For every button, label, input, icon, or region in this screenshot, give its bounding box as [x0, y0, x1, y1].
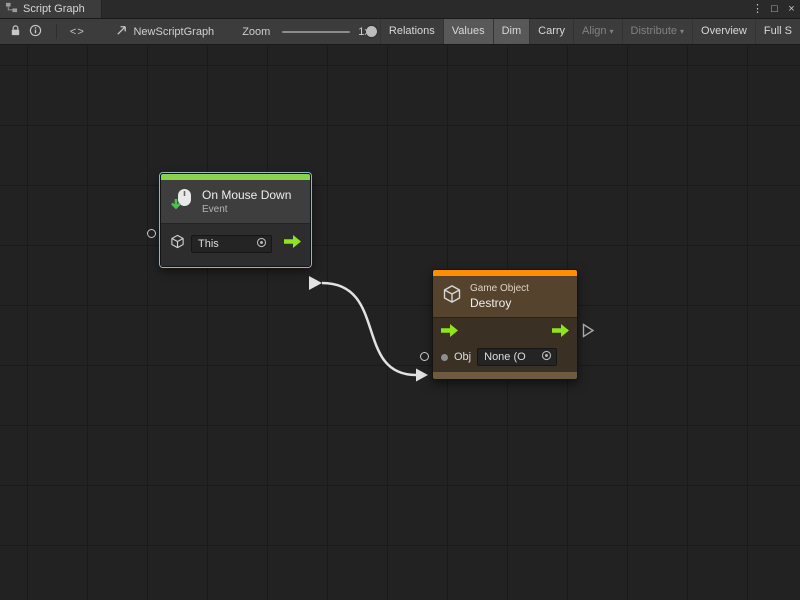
target-input-port[interactable] [147, 229, 156, 238]
script-graph-icon [5, 1, 18, 17]
code-view-button[interactable]: <> [69, 22, 85, 42]
node-body: This [161, 223, 310, 266]
graph-arrow-icon [115, 24, 128, 40]
toolbar-buttons: Relations Values Dim Carry Align▾ Distri… [380, 19, 800, 45]
graph-breadcrumb[interactable]: NewScriptGraph [115, 24, 214, 40]
port-row: This [170, 234, 301, 254]
node-subtitle: Event [202, 204, 291, 215]
node-body: Obj None (O [433, 317, 577, 372]
toolbar-button-dim[interactable]: Dim [493, 19, 530, 45]
gameobject-cube-icon [442, 284, 462, 309]
window-close-button[interactable]: × [783, 0, 800, 18]
node-title: On Mouse Down [202, 188, 291, 202]
zoom-label: Zoom [242, 26, 270, 38]
target-field[interactable]: This [191, 235, 272, 253]
gameobject-cube-icon [170, 234, 185, 254]
toolbar-button-overview[interactable]: Overview [692, 19, 755, 45]
chevron-down-icon: ▾ [680, 19, 684, 44]
value-dot-icon [441, 354, 448, 361]
flow-continuation-port[interactable] [582, 323, 595, 343]
obj-input-port[interactable] [420, 352, 429, 361]
info-icon [29, 24, 42, 40]
flow-output-port[interactable] [552, 324, 569, 342]
obj-field-value: None (O [484, 351, 537, 363]
connection-wire[interactable] [0, 46, 800, 600]
flow-port-row [433, 321, 577, 345]
node-category: Game Object [470, 283, 529, 294]
node-destroy[interactable]: Game Object Destroy Obj [432, 269, 578, 380]
toolbar: <> NewScriptGraph Zoom 1x Relations Valu… [0, 19, 800, 45]
lock-icon [9, 24, 22, 40]
toolbar-button-relations[interactable]: Relations [380, 19, 443, 45]
toolbar-button-values[interactable]: Values [443, 19, 493, 45]
flow-input-port[interactable] [441, 324, 458, 342]
toolbar-button-distribute[interactable]: Distribute▾ [622, 19, 692, 45]
tab-title: Script Graph [23, 3, 85, 15]
target-field-value: This [198, 238, 252, 250]
node-titles: Game Object Destroy [470, 283, 529, 310]
node-title: Destroy [470, 296, 529, 310]
window-maximize-button[interactable]: □ [766, 0, 783, 18]
window-titlebar: Script Graph ⋮ □ × [0, 0, 800, 19]
object-picker-icon[interactable] [541, 350, 552, 364]
zoom-slider-knob[interactable] [366, 26, 377, 37]
node-header: On Mouse Down Event [161, 180, 310, 223]
node-footer [433, 372, 577, 379]
graph-canvas[interactable]: On Mouse Down Event This [0, 46, 800, 600]
window-menu-button[interactable]: ⋮ [749, 0, 766, 18]
mouse-event-icon [170, 187, 194, 216]
obj-port-row: Obj None (O [433, 345, 577, 369]
toolbar-button-fullscreen[interactable]: Full S [755, 19, 800, 45]
lock-button[interactable] [7, 22, 23, 42]
toolbar-button-align[interactable]: Align▾ [573, 19, 621, 45]
toolbar-button-carry[interactable]: Carry [529, 19, 573, 45]
flow-output-port[interactable] [284, 235, 301, 253]
graph-name-label: NewScriptGraph [133, 26, 214, 38]
toolbar-divider [56, 24, 57, 39]
node-on-mouse-down[interactable]: On Mouse Down Event This [160, 173, 311, 267]
obj-label: Obj [454, 351, 471, 363]
node-titles: On Mouse Down Event [202, 188, 291, 215]
info-button[interactable] [27, 22, 43, 42]
object-picker-icon[interactable] [256, 237, 267, 251]
tab-script-graph[interactable]: Script Graph [0, 0, 102, 18]
code-icon: <> [70, 26, 85, 38]
obj-field[interactable]: None (O [477, 348, 557, 366]
chevron-down-icon: ▾ [610, 19, 614, 44]
node-header: Game Object Destroy [433, 276, 577, 317]
zoom-slider[interactable] [282, 31, 350, 33]
window-controls: ⋮ □ × [749, 0, 800, 18]
